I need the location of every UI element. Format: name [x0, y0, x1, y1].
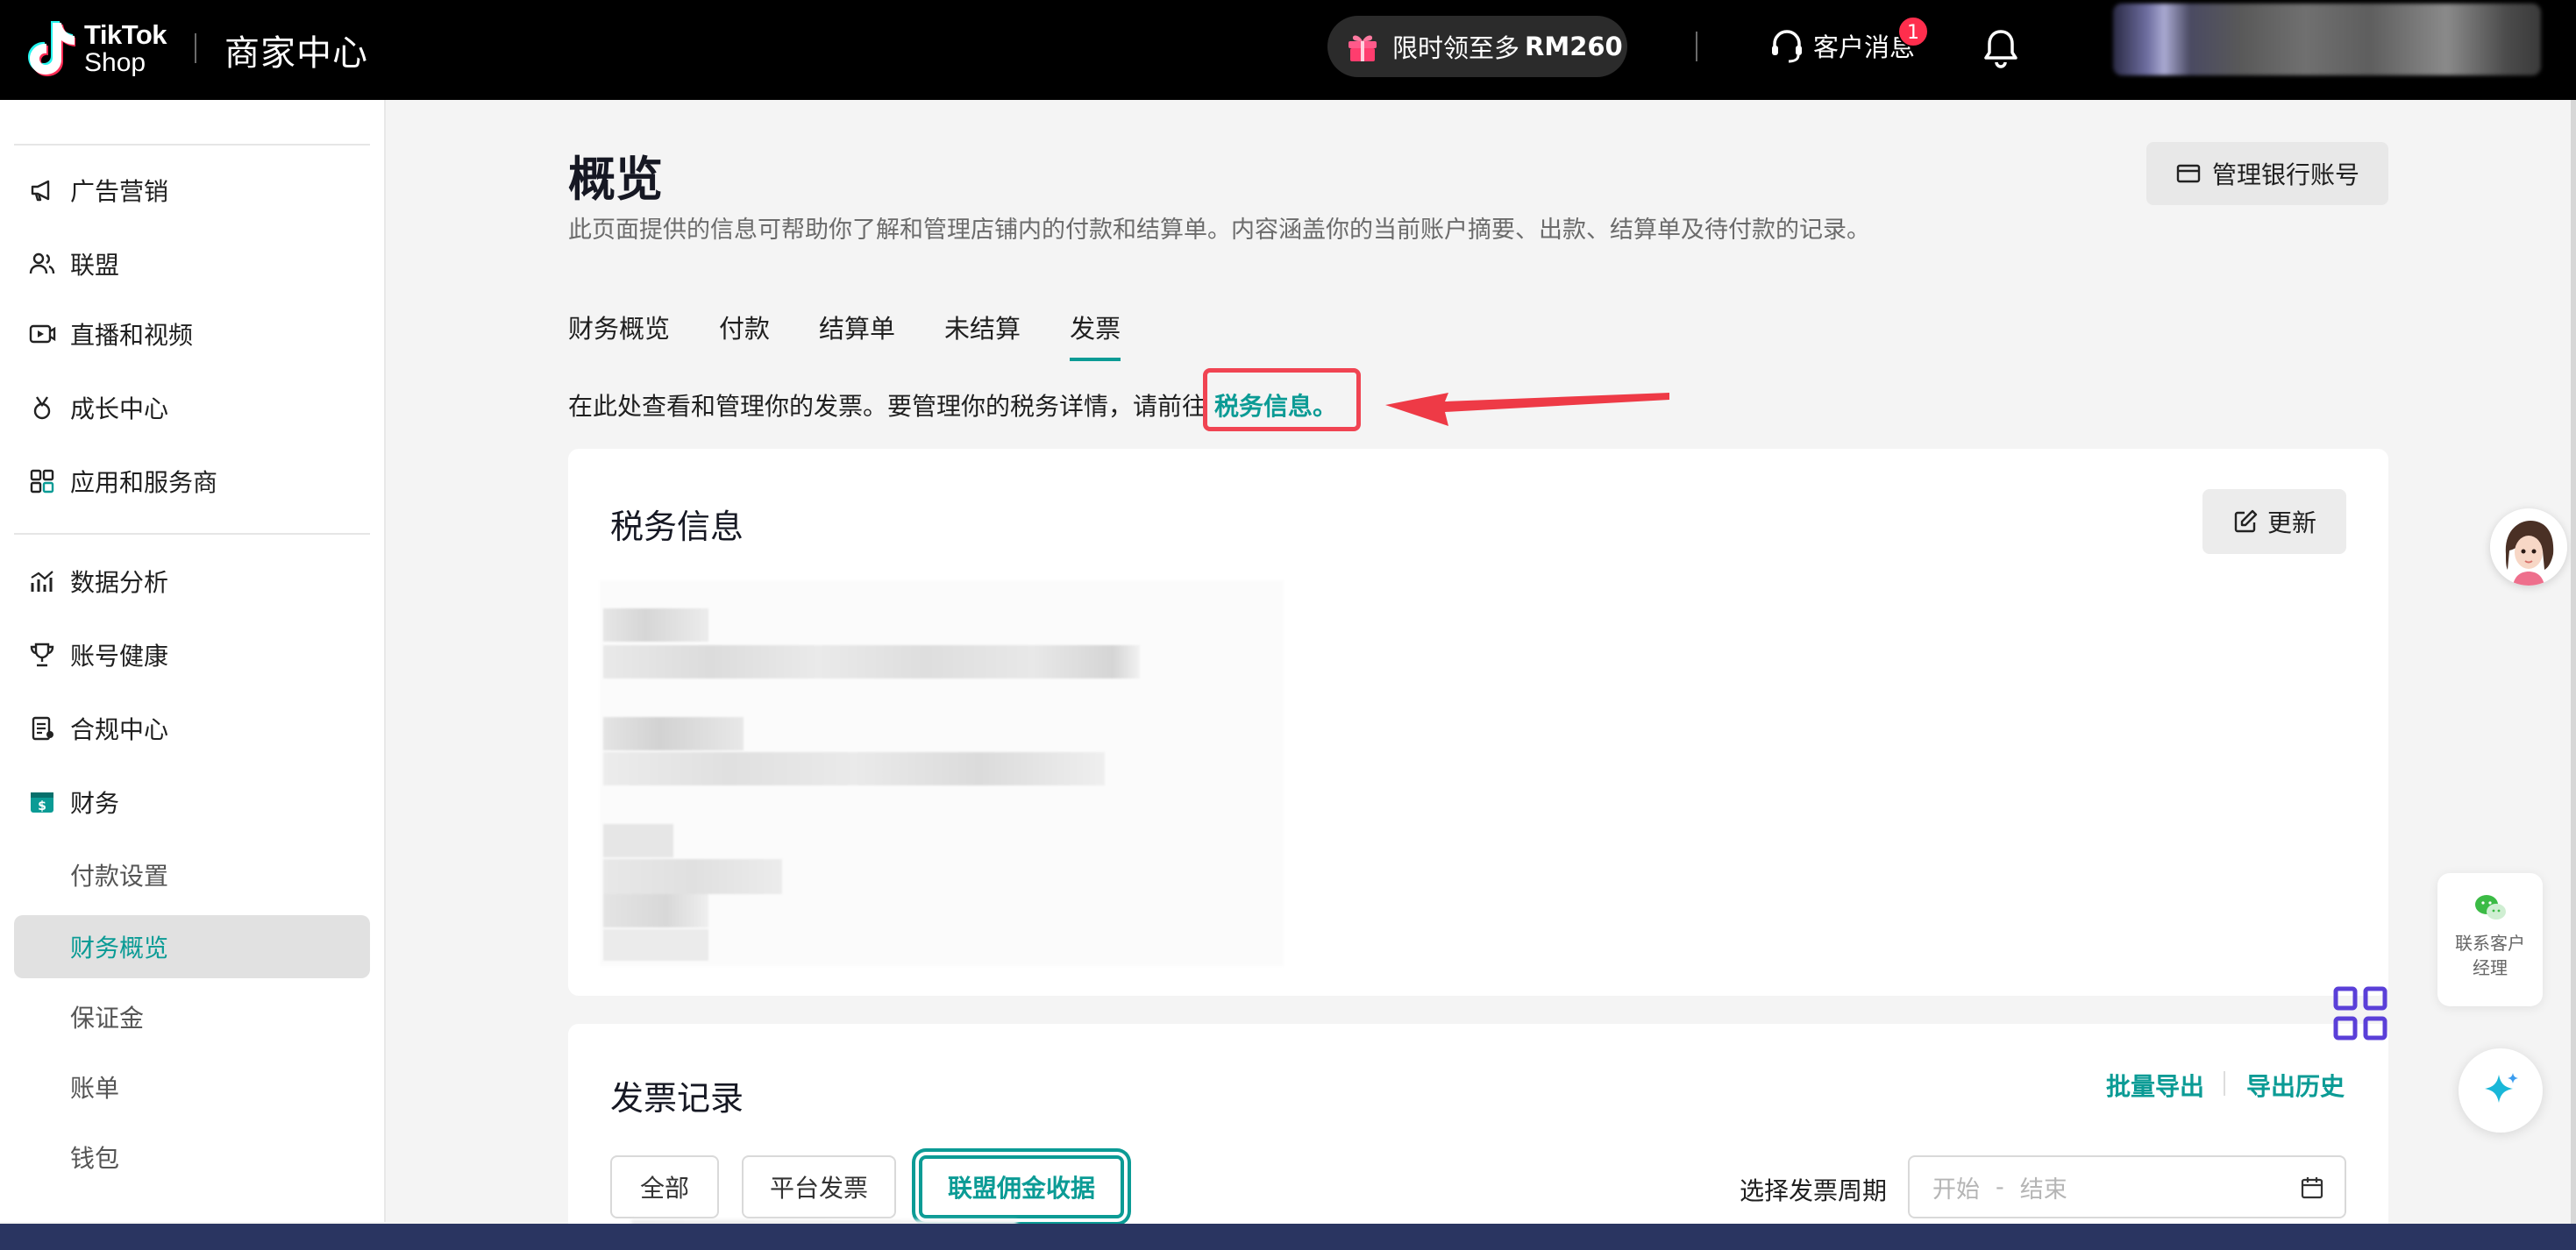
- invoice-records-title: 发票记录: [610, 1079, 744, 1118]
- sidebar-divider: [14, 144, 370, 146]
- manage-bank-account-button[interactable]: 管理银行账号: [2146, 142, 2388, 205]
- promo-amount: RM260: [1525, 32, 1623, 61]
- contact-account-manager-label: 联系客户经理: [2455, 933, 2525, 978]
- bulk-export-link[interactable]: 批量导出: [2106, 1068, 2204, 1103]
- finance-tabs: 财务概览 付款 结算单 未结算 发票: [568, 309, 1170, 361]
- customer-messages-button[interactable]: 客户消息: [1768, 26, 1915, 65]
- sidebar-item-apps[interactable]: 应用和服务商: [14, 451, 370, 512]
- notification-badge: 1: [1897, 16, 1929, 47]
- tab-invoices[interactable]: 发票: [1070, 309, 1121, 361]
- sidebar-item-label: 应用和服务商: [70, 468, 218, 497]
- sidebar-item-label: 账号健康: [70, 642, 169, 671]
- tax-info-title: 税务信息: [610, 508, 744, 546]
- edit-icon: [2234, 509, 2258, 533]
- assistant-avatar-icon: [2490, 508, 2567, 586]
- tab-unsettled[interactable]: 未结算: [944, 309, 1021, 361]
- assistant-avatar[interactable]: [2490, 508, 2567, 586]
- page-scrollbar[interactable]: [2571, 100, 2576, 1239]
- promo-text: 限时领至多: [1392, 33, 1520, 63]
- top-bar: TikTok Shop 商家中心 限时领至多 RM260 客户消息 1: [0, 0, 2576, 100]
- sidebar-item-affiliate[interactable]: 联盟: [14, 233, 370, 295]
- logo-line-2: Shop: [84, 47, 146, 77]
- header-divider: [195, 33, 196, 63]
- sidebar-subitem-bills[interactable]: 账单: [14, 1055, 370, 1119]
- export-history-link[interactable]: 导出历史: [2246, 1068, 2345, 1103]
- calendar-icon: [2301, 1177, 2323, 1199]
- page-description: 此页面提供的信息可帮助你了解和管理店铺内的付款和结算单。内容涵盖你的当前账户摘要…: [568, 217, 1870, 244]
- contact-account-manager-button[interactable]: 联系客户经理: [2437, 873, 2543, 1006]
- apps-icon: [30, 469, 54, 494]
- medal-icon: [33, 396, 51, 420]
- invoice-period-picker[interactable]: 开始 - 结束: [1908, 1155, 2346, 1218]
- filter-affiliate-commission-button[interactable]: 联盟佣金收据: [919, 1155, 1124, 1218]
- page-title: 概览: [568, 152, 663, 207]
- compliance-icon: [32, 716, 53, 741]
- sidebar-subitem-deposit[interactable]: 保证金: [14, 985, 370, 1048]
- tiktok-shop-logo[interactable]: TikTok Shop: [26, 19, 167, 77]
- svg-text:$: $: [38, 799, 46, 813]
- tab-statements[interactable]: 结算单: [819, 309, 895, 361]
- sidebar-item-label: 数据分析: [70, 568, 169, 597]
- sidebar-item-compliance[interactable]: 合规中心: [14, 698, 370, 759]
- headset-icon: [1772, 30, 1802, 63]
- sparkle-icon: [2485, 1073, 2518, 1103]
- sidebar-item-label: 财务: [70, 789, 120, 818]
- promo-pill[interactable]: 限时领至多 RM260: [1327, 16, 1627, 77]
- filter-platform-invoice-button[interactable]: 平台发票: [742, 1155, 896, 1218]
- bell-icon[interactable]: [1980, 26, 2022, 70]
- update-tax-info-button[interactable]: 更新: [2202, 489, 2346, 554]
- video-icon: [29, 324, 56, 344]
- invoice-info-text: 在此处查看和管理你的发票。要管理你的税务详情，请前往: [568, 392, 1207, 421]
- megaphone-icon: [31, 180, 50, 202]
- manage-bank-account-label: 管理银行账号: [2211, 160, 2359, 189]
- finance-icon: $: [31, 792, 53, 813]
- ai-assistant-button[interactable]: [2459, 1048, 2543, 1133]
- date-separator: -: [1996, 1173, 2004, 1201]
- header-title: 商家中心: [224, 33, 368, 74]
- chart-icon: [31, 571, 53, 592]
- filter-all-button[interactable]: 全部: [610, 1155, 719, 1218]
- sidebar-item-label: 成长中心: [70, 394, 169, 423]
- sidebar-item-live-video[interactable]: 直播和视频: [14, 303, 370, 365]
- tiktok-logo-icon: [28, 21, 75, 76]
- sidebar-subitem-finance-overview[interactable]: 财务概览: [14, 915, 370, 978]
- sidebar-item-account-health[interactable]: 账号健康: [14, 624, 370, 685]
- sidebar: 广告营销 联盟 直播和视频 成长中心 应用和服务商 数据分析 账号健康 合规中心…: [0, 100, 386, 1222]
- date-start-placeholder: 开始: [1932, 1175, 1980, 1204]
- card-icon: [2176, 164, 2201, 183]
- account-menu[interactable]: [2113, 4, 2541, 75]
- logo-line-1: TikTok: [84, 18, 167, 50]
- sidebar-item-marketing[interactable]: 广告营销: [14, 160, 370, 221]
- sidebar-item-label: 联盟: [70, 251, 120, 280]
- sidebar-item-label: 广告营销: [70, 177, 169, 206]
- actions-divider: [2224, 1071, 2225, 1096]
- tab-finance-overview[interactable]: 财务概览: [568, 309, 670, 361]
- date-end-placeholder: 结束: [2019, 1175, 2067, 1204]
- app-grid-icon[interactable]: [2332, 985, 2388, 1041]
- invoice-period-label: 选择发票周期: [1740, 1176, 1888, 1205]
- sidebar-item-growth[interactable]: 成长中心: [14, 377, 370, 438]
- sidebar-item-label: 直播和视频: [70, 321, 194, 350]
- trophy-icon: [30, 643, 54, 667]
- gift-icon: [1348, 35, 1377, 61]
- sidebar-item-finance[interactable]: $ 财务: [14, 771, 370, 833]
- annotation-arrow-icon: [1385, 393, 1669, 426]
- window-bottom-edge: [0, 1224, 2576, 1250]
- sidebar-divider: [14, 533, 370, 535]
- sidebar-item-label: 合规中心: [70, 715, 169, 744]
- header-divider-2: [1696, 32, 1697, 61]
- tab-payments[interactable]: 付款: [719, 309, 770, 361]
- sidebar-subitem-payment-settings[interactable]: 付款设置: [14, 843, 370, 906]
- sidebar-item-analytics[interactable]: 数据分析: [14, 550, 370, 612]
- update-label: 更新: [2266, 508, 2316, 537]
- sidebar-subitem-wallet[interactable]: 钱包: [14, 1126, 370, 1189]
- tax-info-link[interactable]: 税务信息。: [1214, 387, 1337, 423]
- redacted-tax-details: [600, 580, 1284, 966]
- users-icon: [29, 252, 55, 274]
- wechat-icon: [2475, 895, 2506, 920]
